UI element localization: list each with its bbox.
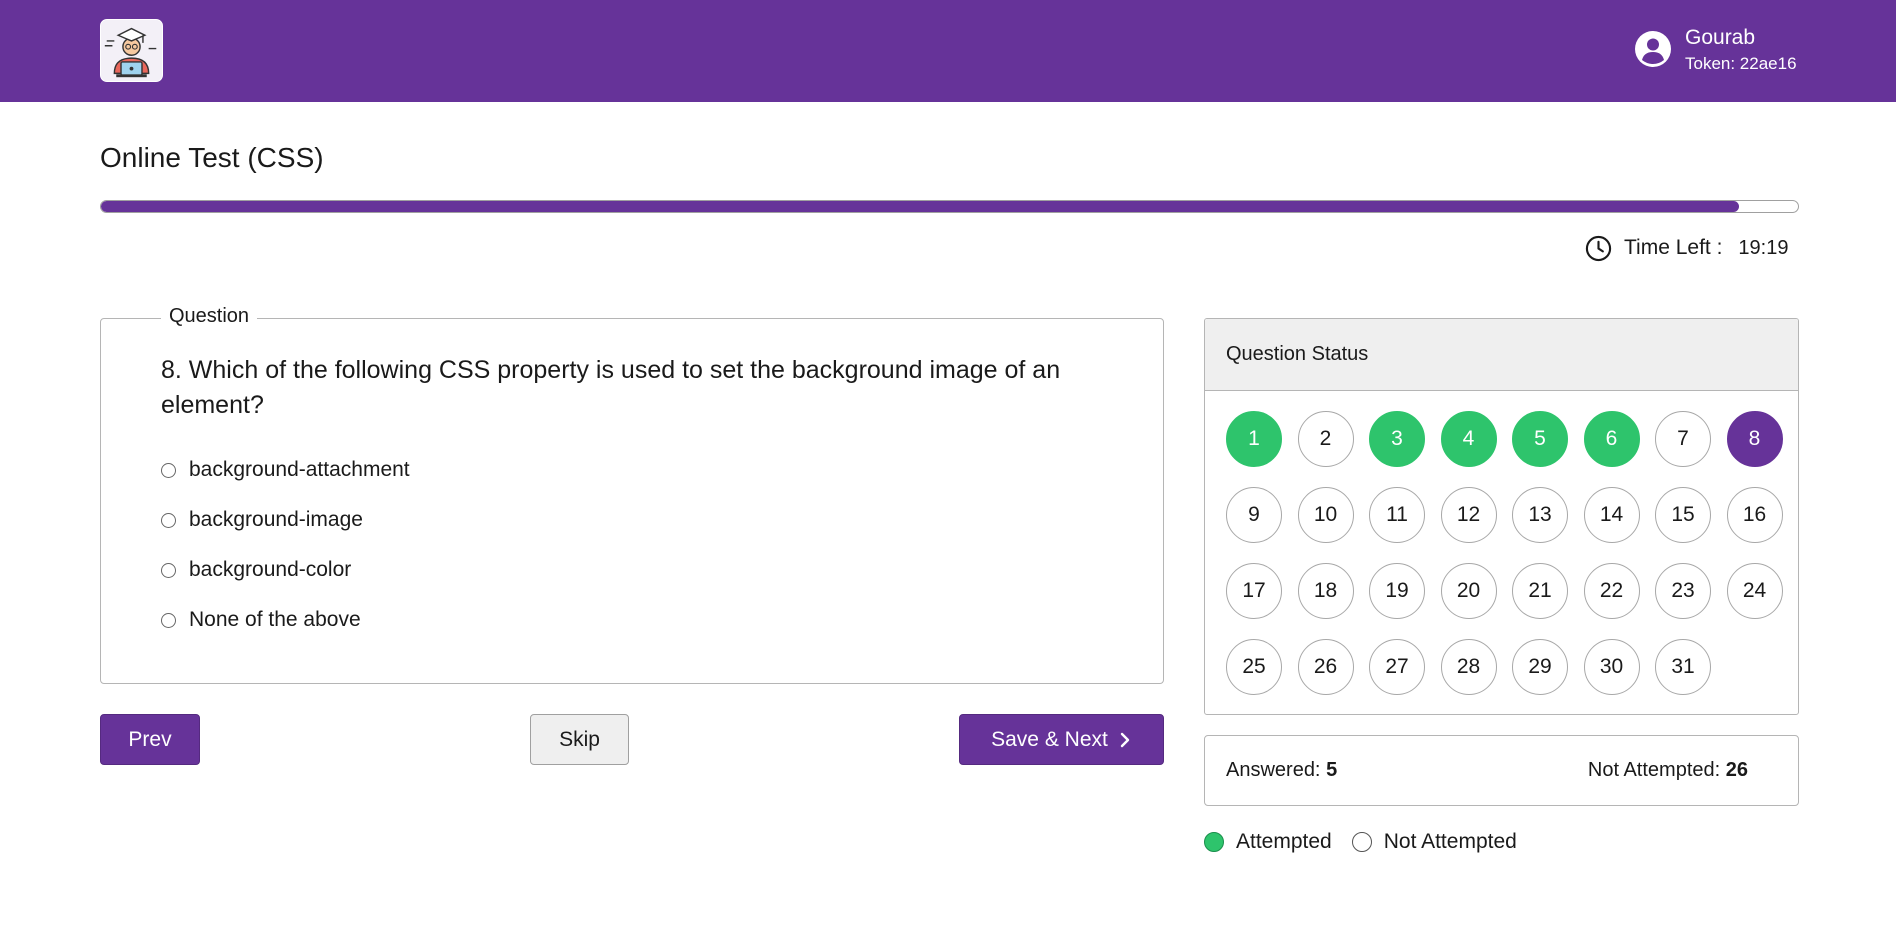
answered-count: 5 xyxy=(1326,759,1338,781)
question-number-14[interactable]: 14 xyxy=(1583,487,1640,543)
not-attempted-label: Not Attempted: xyxy=(1587,759,1721,781)
time-left-value: 19:19 xyxy=(1738,236,1789,259)
question-number-16[interactable]: 16 xyxy=(1726,487,1783,543)
chevron-right-icon xyxy=(1120,732,1130,747)
clock-icon xyxy=(1585,235,1612,261)
option-label: background-image xyxy=(189,508,363,531)
option-radio[interactable] xyxy=(161,512,176,528)
question-number-15[interactable]: 15 xyxy=(1655,487,1711,543)
question-number-3[interactable]: 3 xyxy=(1369,411,1425,467)
question-number-22[interactable]: 22 xyxy=(1583,563,1640,619)
not-attempted-legend-label: Not Attempted xyxy=(1383,830,1517,853)
question-card: Question 8. Which of the following CSS p… xyxy=(100,305,1164,684)
option-label: background-attachment xyxy=(189,458,410,481)
attempted-legend-label: Attempted xyxy=(1236,830,1332,853)
question-status-panel: Question Status 1 2 3 4 5 6 7 8 9 10 11 12 13 14 15 16 1… xyxy=(1204,318,1799,715)
not-attempted-count: 26 xyxy=(1725,759,1748,781)
question-number-26[interactable]: 26 xyxy=(1297,639,1354,695)
status-legend: Attempted Not Attempted xyxy=(1204,829,1517,855)
question-number-7[interactable]: 7 xyxy=(1655,411,1711,467)
question-number-24[interactable]: 24 xyxy=(1726,563,1783,619)
question-number-5[interactable]: 5 xyxy=(1512,411,1568,467)
option-radio[interactable] xyxy=(161,562,176,578)
question-number-9[interactable]: 9 xyxy=(1226,487,1282,543)
not-attempted-summary: Not Attempted: 26 xyxy=(1588,759,1748,782)
save-next-button-label: Save & Next xyxy=(991,727,1108,751)
question-number-1[interactable]: 1 xyxy=(1226,411,1282,467)
question-number-23[interactable]: 23 xyxy=(1655,563,1711,619)
option-radio[interactable] xyxy=(161,612,176,628)
user-name: Gourab xyxy=(1685,26,1756,49)
skip-button-label: Skip xyxy=(559,727,600,751)
attempted-legend-dot xyxy=(1204,832,1224,852)
top-header: Gourab Token: 22ae16 xyxy=(0,0,1896,102)
question-status-title: Question Status xyxy=(1205,319,1798,391)
question-legend: Question xyxy=(161,305,258,328)
save-next-button[interactable]: Save & Next xyxy=(959,714,1164,765)
prev-button[interactable]: Prev xyxy=(100,714,200,765)
user-token: Token: 22ae16 xyxy=(1685,54,1797,73)
answer-summary: Answered: 5 Not Attempted: 26 xyxy=(1204,735,1799,806)
question-number-4[interactable]: 4 xyxy=(1440,411,1497,467)
question-number-28[interactable]: 28 xyxy=(1440,639,1497,695)
question-number-6[interactable]: 6 xyxy=(1583,411,1640,467)
question-number-10[interactable]: 10 xyxy=(1297,487,1354,543)
option-3[interactable]: background-color xyxy=(161,556,351,584)
question-number-17[interactable]: 17 xyxy=(1226,563,1282,619)
not-attempted-legend-dot xyxy=(1351,832,1372,852)
answered-label: Answered: xyxy=(1226,759,1321,781)
question-number-13[interactable]: 13 xyxy=(1512,487,1568,543)
option-label: None of the above xyxy=(189,608,361,631)
option-label: background-color xyxy=(189,558,352,581)
skip-button[interactable]: Skip xyxy=(530,714,629,765)
prev-button-label: Prev xyxy=(128,727,172,751)
option-2[interactable]: background-image xyxy=(161,506,363,534)
question-number-19[interactable]: 19 xyxy=(1369,563,1425,619)
question-number-grid: 1 2 3 4 5 6 7 8 9 10 11 12 13 14 15 16 17 18 19 20 21 22 23 24 2… xyxy=(1226,411,1783,695)
question-number-2[interactable]: 2 xyxy=(1297,411,1354,467)
question-number-20[interactable]: 20 xyxy=(1440,563,1497,619)
question-number-31[interactable]: 31 xyxy=(1655,639,1711,695)
timer: Time Left : 19:19 xyxy=(1585,234,1788,262)
graduate-logo-icon[interactable] xyxy=(100,19,163,82)
answered-summary: Answered: 5 xyxy=(1226,759,1337,782)
option-1[interactable]: background-attachment xyxy=(161,456,410,484)
question-number-8[interactable]: 8 xyxy=(1726,411,1783,467)
option-4[interactable]: None of the above xyxy=(161,606,361,634)
question-number-12[interactable]: 12 xyxy=(1440,487,1497,543)
time-left-label: Time Left : xyxy=(1624,236,1723,259)
question-number-25[interactable]: 25 xyxy=(1226,639,1282,695)
question-text: 8. Which of the following CSS property i… xyxy=(161,356,1061,419)
page-title: Online Test (CSS) xyxy=(100,142,324,173)
question-number-18[interactable]: 18 xyxy=(1297,563,1354,619)
test-progress-bar xyxy=(100,200,1799,213)
progress-fill xyxy=(101,201,1739,212)
question-number-29[interactable]: 29 xyxy=(1512,639,1568,695)
option-radio[interactable] xyxy=(161,462,176,478)
user-account-icon[interactable] xyxy=(1635,31,1671,67)
question-number-11[interactable]: 11 xyxy=(1369,487,1425,543)
question-number-21[interactable]: 21 xyxy=(1512,563,1568,619)
question-number-27[interactable]: 27 xyxy=(1369,639,1425,695)
question-number-30[interactable]: 30 xyxy=(1583,639,1640,695)
